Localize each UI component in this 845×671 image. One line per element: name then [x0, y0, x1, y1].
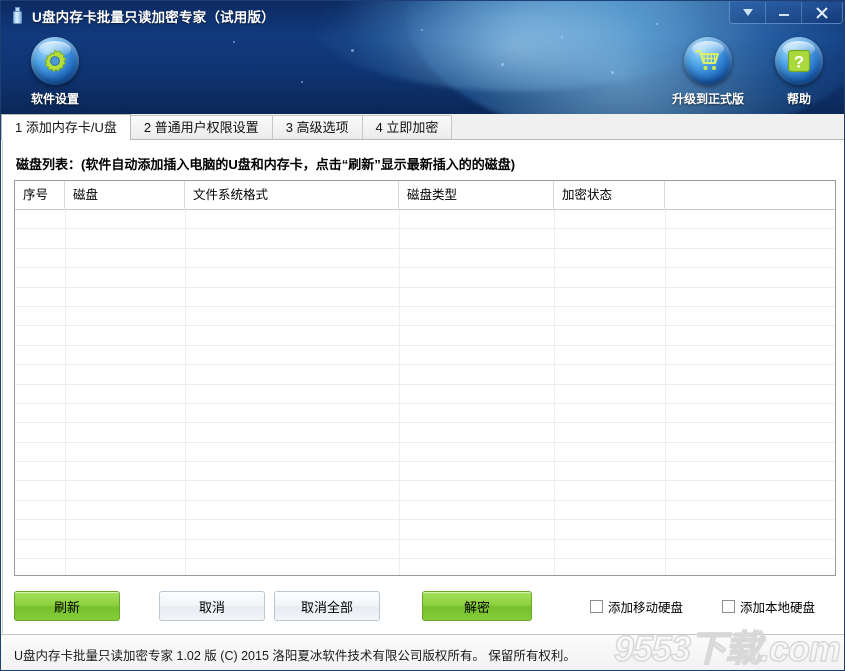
- close-button[interactable]: [802, 2, 842, 23]
- tab-encrypt-now[interactable]: 4 立即加密: [362, 115, 453, 140]
- panel-inner: 磁盘列表：(软件自动添加插入电脑的U盘和内存卡，点击“刷新”显示最新插入的的磁盘…: [2, 140, 845, 634]
- checkbox-box-local[interactable]: [722, 600, 735, 613]
- cancel-all-button[interactable]: 取消全部: [274, 591, 380, 621]
- checkbox-add-removable-disk[interactable]: 添加移动硬盘: [590, 597, 683, 616]
- table-header-row: 序号 磁盘 文件系统格式 磁盘类型 加密状态: [15, 181, 835, 210]
- header-dot-decoration: [561, 36, 563, 38]
- checkbox-add-local-disk[interactable]: 添加本地硬盘: [722, 597, 815, 616]
- upgrade-orb: [684, 37, 732, 85]
- settings-button[interactable]: 软件设置: [25, 37, 85, 107]
- tab-advanced-options[interactable]: 3 高级选项: [272, 115, 363, 140]
- minimize-icon: [777, 7, 791, 19]
- gear-icon: [41, 47, 69, 75]
- tab-add-memory-card-usb[interactable]: 1 添加内存卡/U盘: [1, 114, 131, 140]
- header-dot-decoration: [501, 63, 504, 66]
- table-row[interactable]: [15, 346, 835, 365]
- site-watermark: 9553下载.com: [614, 620, 840, 671]
- tab-strip-filler: [451, 115, 845, 140]
- table-row[interactable]: [15, 288, 835, 307]
- disk-list-label: 磁盘列表：(软件自动添加插入电脑的U盘和内存卡，点击“刷新”显示最新插入的的磁盘…: [16, 154, 515, 173]
- table-row[interactable]: [15, 229, 835, 248]
- table-row[interactable]: [15, 268, 835, 287]
- header-dot-decoration: [233, 41, 235, 43]
- copyright-text: U盘内存卡批量只读加密专家 1.02 版 (C) 2015 洛阳夏冰软件技术有限…: [14, 645, 576, 664]
- question-mark-icon: ?: [786, 48, 812, 74]
- column-header-encryptstatus[interactable]: 加密状态: [554, 181, 665, 210]
- settings-orb: [31, 37, 79, 85]
- minimize-button[interactable]: [766, 2, 802, 23]
- table-row[interactable]: [15, 443, 835, 462]
- shopping-cart-icon: [694, 48, 722, 74]
- refresh-button[interactable]: 刷新: [14, 591, 120, 621]
- header-dot-decoration: [351, 49, 354, 52]
- table-row[interactable]: [15, 249, 835, 268]
- table-row[interactable]: [15, 385, 835, 404]
- dropdown-menu-button[interactable]: [730, 2, 766, 23]
- tab-bar: 1 添加内存卡/U盘 2 普通用户权限设置 3 高级选项 4 立即加密: [1, 114, 845, 140]
- help-label: 帮助: [771, 90, 827, 107]
- column-header-extra[interactable]: [665, 181, 835, 210]
- column-header-filesystem[interactable]: 文件系统格式: [185, 181, 399, 210]
- settings-label: 软件设置: [25, 90, 85, 107]
- header-dot-decoration: [656, 23, 658, 25]
- window-title-row: U盘内存卡批量只读加密专家（试用版）: [10, 5, 275, 27]
- svg-text:?: ?: [794, 53, 804, 72]
- column-header-disk[interactable]: 磁盘: [65, 181, 185, 210]
- chevron-down-icon: [741, 7, 755, 19]
- disk-table[interactable]: 序号 磁盘 文件系统格式 磁盘类型 加密状态: [14, 180, 836, 576]
- checkbox-box-removable[interactable]: [590, 600, 603, 613]
- table-row[interactable]: [15, 365, 835, 384]
- upgrade-button[interactable]: 升级到正式版: [661, 37, 755, 107]
- window-controls: [729, 2, 843, 24]
- column-header-disktype[interactable]: 磁盘类型: [399, 181, 554, 210]
- checkbox-label-local: 添加本地硬盘: [740, 597, 815, 616]
- tab-user-permission-settings[interactable]: 2 普通用户权限设置: [130, 115, 273, 140]
- column-header-index[interactable]: 序号: [15, 181, 65, 210]
- table-row[interactable]: [15, 501, 835, 520]
- table-row[interactable]: [15, 326, 835, 345]
- table-row[interactable]: [15, 520, 835, 539]
- table-row[interactable]: [15, 404, 835, 423]
- help-orb: ?: [775, 37, 823, 85]
- table-row[interactable]: [15, 210, 835, 229]
- help-button[interactable]: ? 帮助: [771, 37, 827, 107]
- header-dot-decoration: [301, 81, 303, 83]
- status-footer: 9553下载.com U盘内存卡批量只读加密专家 1.02 版 (C) 2015…: [1, 634, 845, 671]
- cancel-button[interactable]: 取消: [159, 591, 265, 621]
- decrypt-button[interactable]: 解密: [422, 591, 532, 621]
- table-row[interactable]: [15, 423, 835, 442]
- table-row[interactable]: [15, 540, 835, 559]
- title-header-bar: U盘内存卡批量只读加密专家（试用版）: [1, 1, 845, 114]
- table-row[interactable]: [15, 481, 835, 500]
- table-row[interactable]: [15, 307, 835, 326]
- window-title: U盘内存卡批量只读加密专家（试用版）: [32, 6, 275, 26]
- table-row[interactable]: [15, 462, 835, 481]
- upgrade-label: 升级到正式版: [661, 90, 755, 107]
- application-window: U盘内存卡批量只读加密专家（试用版）: [0, 0, 845, 671]
- header-dot-decoration: [421, 29, 423, 31]
- header-dot-decoration: [611, 71, 614, 74]
- table-body: [15, 210, 835, 576]
- checkbox-label-removable: 添加移动硬盘: [608, 597, 683, 616]
- close-icon: [814, 6, 830, 20]
- usb-drive-icon: [10, 7, 25, 25]
- main-panel: 磁盘列表：(软件自动添加插入电脑的U盘和内存卡，点击“刷新”显示最新插入的的磁盘…: [1, 139, 845, 634]
- table-row[interactable]: [15, 559, 835, 576]
